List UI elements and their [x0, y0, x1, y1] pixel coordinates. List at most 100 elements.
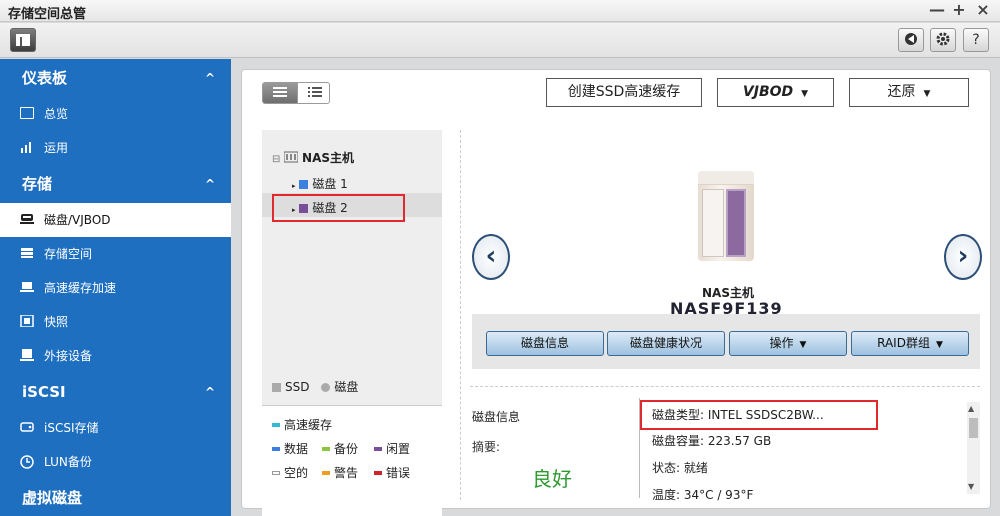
divider [460, 130, 461, 500]
nas-device-image [698, 171, 754, 261]
sidebar-item-storage-space[interactable]: 存储空间 [0, 237, 231, 271]
operation-label: 操作 [769, 336, 794, 350]
operation-dropdown[interactable]: 操作 ▼ [729, 331, 847, 356]
disk-temperature-row: 温度: 34°C / 93°F [652, 488, 754, 502]
legend-label: 警告 [334, 466, 359, 480]
chevron-up-icon: ^ [204, 177, 215, 191]
sidebar-item-snapshot[interactable]: 快照 [0, 305, 231, 339]
minimize-button[interactable]: — [928, 1, 946, 19]
disk-info-button[interactable]: 磁盘信息 [486, 331, 604, 356]
data-swatch [272, 447, 280, 451]
iscsi-icon [20, 421, 34, 433]
chart-icon [20, 141, 34, 153]
restore-dropdown[interactable]: 还原 ▼ [849, 78, 969, 107]
raid-group-dropdown[interactable]: RAID群组 ▼ [851, 331, 969, 356]
sidebar-section-dashboard[interactable]: 仪表板 ^ [0, 59, 231, 97]
next-button[interactable]: › [944, 234, 982, 280]
backup-swatch [322, 447, 330, 451]
legend-label: 高速缓存 [284, 418, 333, 432]
snapshot-button[interactable] [898, 28, 924, 52]
snapshot-icon [905, 33, 917, 45]
sidebar-section-label: 存储 [22, 175, 53, 193]
sidebar-item-overview[interactable]: 总览 [0, 97, 231, 131]
sidebar-item-disk-vjbod[interactable]: 磁盘/VJBOD [0, 203, 231, 237]
sidebar-section-label: 虚拟磁盘 [22, 489, 83, 507]
cache-swatch [272, 423, 280, 427]
legend-label: 备份 [334, 442, 359, 456]
vjbod-label: VJBOD [742, 84, 794, 100]
sidebar-item-label: 高速缓存加速 [44, 281, 117, 295]
sidebar-item-label: 运用 [44, 141, 69, 155]
layout-icon [16, 34, 30, 46]
list-icon [307, 87, 322, 97]
highlight-box-disk-2 [272, 194, 405, 222]
external-device-icon [20, 349, 34, 361]
sidebar-item-external-device[interactable]: 外接设备 [0, 339, 231, 373]
close-button[interactable]: × [974, 1, 992, 19]
sidebar-item-usage[interactable]: 运用 [0, 131, 231, 165]
caret-down-icon: ▼ [923, 89, 931, 99]
sidebar-item-cache[interactable]: 高速缓存加速 [0, 271, 231, 305]
expand-arrow-icon: ▸ [292, 182, 296, 190]
previous-button[interactable]: ‹ [472, 234, 510, 280]
legend-label: 闲置 [386, 442, 411, 456]
sidebar-item-label: 外接设备 [44, 349, 93, 363]
disk-capacity-row: 磁盘容量: 223.57 GB [652, 434, 772, 448]
create-ssd-cache-button[interactable]: 创建SSD高速缓存 [546, 78, 702, 107]
tree-node-label: 磁盘 1 [312, 177, 348, 191]
chevron-left-icon: ‹ [485, 241, 497, 271]
chevron-up-icon: ^ [204, 385, 215, 399]
overview-icon [20, 107, 34, 119]
summary-label: 摘要: [472, 440, 501, 454]
sidebar-item-label: 磁盘/VJBOD [44, 213, 111, 227]
disk-icon [20, 213, 34, 225]
idle-swatch [374, 447, 382, 451]
disk-action-bar: 磁盘信息 磁盘健康状况 操作 ▼ RAID群组 ▼ [472, 314, 980, 369]
sidebar: 仪表板 ^ 总览 运用 存储 ^ 磁盘/VJBOD 存储空间 高速缓存加速 快照… [0, 59, 231, 516]
help-button[interactable]: ? [963, 28, 989, 52]
type-legend: SSD 磁盘 [272, 378, 358, 395]
sidebar-item-label: 存储空间 [44, 247, 93, 261]
tree-node-nas-host[interactable]: ⊟ NAS主机 [272, 149, 354, 166]
sidebar-item-label: 快照 [44, 315, 69, 329]
gear-icon [936, 32, 950, 46]
caret-down-icon: ▼ [935, 340, 943, 350]
nas-host-icon [283, 151, 299, 163]
panel-layout-button[interactable] [10, 28, 36, 52]
legend-label: 空的 [284, 466, 309, 480]
tile-view-button[interactable] [263, 83, 297, 103]
chevron-right-icon: › [957, 241, 969, 271]
scroll-up-icon: ▲ [968, 404, 975, 413]
warning-swatch [322, 471, 330, 475]
sidebar-item-lun-backup[interactable]: LUN备份 [0, 445, 231, 479]
restore-label: 还原 [887, 84, 916, 100]
summary-status: 良好 [532, 467, 572, 491]
disk-status-row: 状态: 就绪 [652, 461, 708, 475]
toolbar: ? [0, 23, 1000, 58]
sidebar-section-label: iSCSI [22, 383, 66, 401]
disk-health-button[interactable]: 磁盘健康状况 [607, 331, 725, 356]
raid-group-label: RAID群组 [877, 336, 930, 350]
status-legend: 高速缓存 数据 备份 闲置 空的 警告 错误 [262, 405, 442, 516]
scrollbar-thumb[interactable] [969, 418, 978, 438]
sidebar-section-virtual-disk[interactable]: 虚拟磁盘 [0, 479, 231, 516]
caret-down-icon: ▼ [801, 89, 809, 99]
ssd-swatch [272, 383, 281, 392]
settings-button[interactable] [930, 28, 956, 52]
chevron-up-icon: ^ [204, 71, 215, 85]
vjbod-dropdown[interactable]: VJBOD ▼ [717, 78, 834, 107]
main-panel: 创建SSD高速缓存 VJBOD ▼ 还原 ▼ ⊟ NAS主机 ▸ 磁盘 1 ▸ 磁盘… [241, 69, 991, 516]
sidebar-item-iscsi-storage[interactable]: iSCSI存储 [0, 411, 231, 445]
disk-info-title: 磁盘信息 [472, 410, 521, 424]
list-view-button[interactable] [297, 83, 329, 103]
info-scrollbar[interactable]: ▲ ▼ [967, 402, 980, 494]
sidebar-section-storage[interactable]: 存储 ^ [0, 165, 231, 203]
maximize-button[interactable]: + [950, 1, 968, 19]
disk-tree: ⊟ NAS主机 ▸ 磁盘 1 ▸ 磁盘 2 SSD 磁盘 高速缓存 数据 备份 … [262, 130, 442, 516]
cache-icon [20, 281, 34, 293]
snapshot-icon [20, 314, 34, 328]
sidebar-section-iscsi[interactable]: iSCSI ^ [0, 373, 231, 411]
legend-label: SSD [285, 380, 310, 394]
tree-node-disk-1[interactable]: ▸ 磁盘 1 [292, 175, 348, 192]
scroll-down-icon: ▼ [968, 482, 975, 491]
